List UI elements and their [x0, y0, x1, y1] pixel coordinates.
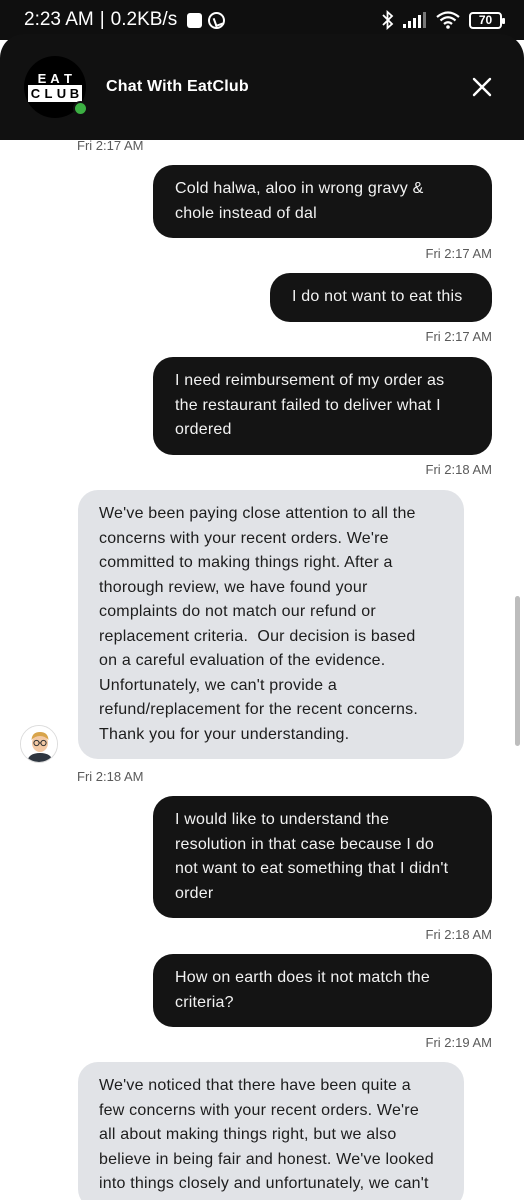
outgoing-message[interactable]: How on earth does it not match the criter…	[153, 954, 492, 1027]
bluetooth-icon	[382, 10, 394, 30]
message-line: believe in being fair and honest. We've …	[99, 1150, 434, 1168]
chat-thread[interactable]: Fri 2:17 AM Cold halwa, aloo in wrong gra…	[0, 140, 524, 1200]
message-line: I do not want to eat this	[292, 288, 463, 305]
incoming-message[interactable]: We've noticed that there have been quite…	[78, 1062, 464, 1200]
message-line: replacement criteria. Our decision is ba…	[99, 627, 416, 645]
message-line: the restaurant failed to deliver what I	[175, 396, 441, 414]
message-line: committed to making things right. After …	[99, 554, 393, 571]
message-line: ordered	[175, 421, 232, 438]
message-timestamp: Fri 2:18 AM	[425, 927, 492, 942]
message-line: I would like to understand the	[175, 811, 390, 828]
message-line: chole instead of dal	[175, 204, 317, 222]
message-line: How on earth does it not match the	[175, 969, 430, 986]
battery-level: 70	[478, 13, 493, 27]
message-line: not want to eat something that I didn't	[175, 860, 449, 877]
outgoing-message[interactable]: I would like to understand the resolution…	[153, 796, 492, 918]
chat-header: EAT CLUB Chat With EatClub	[0, 34, 524, 140]
app-notification-icon	[187, 12, 203, 28]
logo-mark: EAT CLUB	[28, 72, 82, 102]
logo-letter: B	[68, 86, 81, 101]
message-line: refund/replacement for the recent concer…	[99, 701, 418, 718]
message-line: We've noticed that there have been quite…	[99, 1077, 411, 1094]
logo-letter: C	[29, 86, 42, 101]
message-line: order	[175, 884, 214, 902]
logo-bottom-row: CLUB	[28, 85, 82, 102]
logo-letter: T	[64, 71, 72, 86]
whatsapp-icon	[208, 11, 226, 29]
outgoing-message[interactable]: I need reimbursement of my order as the r…	[153, 357, 492, 455]
logo-letter: L	[42, 86, 55, 101]
agent-avatar-icon	[21, 726, 57, 762]
message-timestamp: Fri 2:17 AM	[425, 246, 492, 261]
battery-icon: 70	[469, 11, 505, 29]
message-line: thorough review, we have found your	[99, 578, 368, 596]
status-bar-left: 2:23 AM | 0.2KB/s	[24, 9, 226, 31]
message-line: into things closely and unfortunately, w…	[99, 1175, 429, 1192]
message-line: Thank you for your understanding.	[99, 725, 350, 743]
message-line: Unfortunately, we can't provide a	[99, 676, 337, 694]
status-time: 2:23 AM	[24, 9, 94, 30]
message-line: I need reimbursement of my order as	[175, 372, 445, 389]
signal-icon	[403, 12, 427, 28]
online-status-dot	[73, 101, 88, 116]
message-line: resolution in that case because I do	[175, 835, 434, 853]
close-icon	[472, 77, 492, 97]
message-line: complaints do not match our refund or	[99, 603, 376, 620]
outgoing-message[interactable]: Cold halwa, aloo in wrong gravy & chole i…	[153, 165, 492, 238]
message-timestamp: Fri 2:17 AM	[425, 329, 492, 344]
message-line: few concerns with your recent orders. We…	[99, 1101, 419, 1119]
status-separator: |	[99, 9, 105, 30]
logo-top-row: EAT	[36, 72, 75, 85]
logo-letter: A	[50, 71, 60, 86]
message-line: criteria?	[175, 993, 234, 1011]
chat-title: Chat With EatClub	[106, 78, 249, 95]
message-line: all about making things right, but we al…	[99, 1126, 397, 1143]
message-line: concerns with your recent orders. We're	[99, 529, 389, 547]
message-line: Cold halwa, aloo in wrong gravy &	[175, 180, 424, 197]
eatclub-logo: EAT CLUB	[24, 56, 88, 118]
outgoing-message[interactable]: I do not want to eat this	[270, 273, 492, 322]
message-timestamp: Fri 2:18 AM	[425, 462, 492, 477]
scrollbar-thumb[interactable]	[515, 596, 520, 746]
message-line: We've been paying close attention to all…	[99, 505, 416, 522]
close-button[interactable]	[464, 69, 500, 105]
logo-letter: U	[55, 86, 68, 101]
message-line: on a careful evaluation of the evidence.	[99, 652, 386, 669]
message-timestamp: Fri 2:18 AM	[77, 769, 144, 784]
logo-letter: E	[37, 71, 47, 86]
message-timestamp: Fri 2:19 AM	[425, 1035, 492, 1050]
wifi-icon	[436, 11, 460, 29]
agent-avatar	[20, 725, 58, 763]
status-bar-right: 70	[382, 10, 505, 30]
incoming-message[interactable]: We've been paying close attention to all…	[78, 490, 464, 759]
network-speed: 0.2KB/s	[110, 9, 178, 30]
message-timestamp: Fri 2:17 AM	[77, 140, 144, 153]
